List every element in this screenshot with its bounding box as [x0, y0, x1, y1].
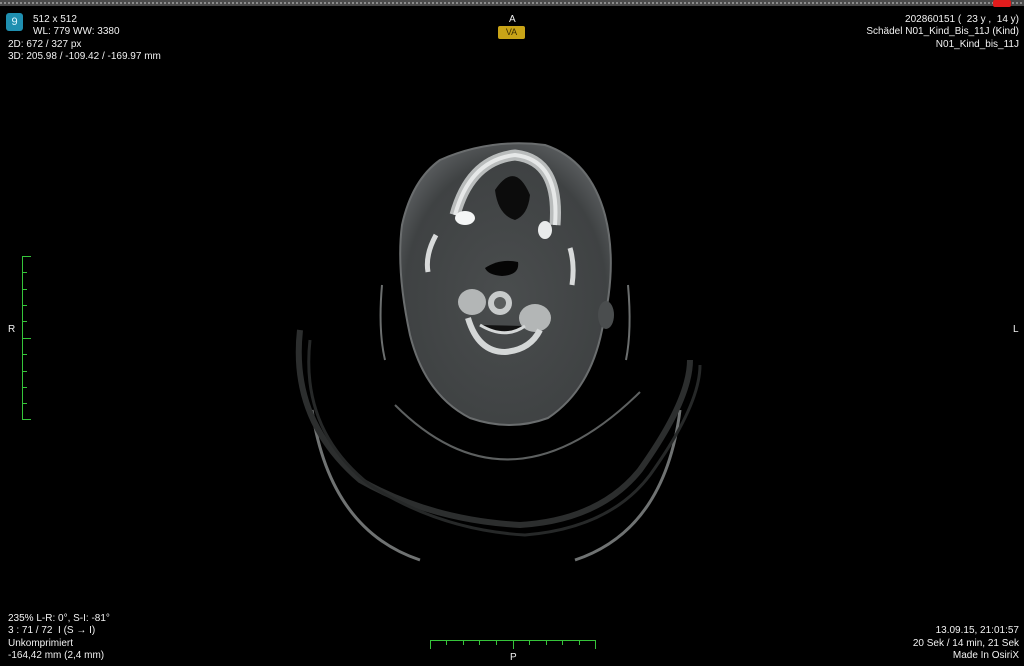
- slice-location: -164,42 mm (2,4 mm): [8, 650, 105, 661]
- matrix-size: 512 x 512: [33, 14, 77, 25]
- frame-number-badge: 9: [6, 13, 23, 31]
- view-badge[interactable]: VA: [498, 26, 525, 39]
- pixel-position-2d: 2D: 672 / 327 px: [8, 39, 82, 50]
- slice-index: 3 : 71 / 72 I (S → I): [8, 625, 96, 636]
- zoom-angle-info: 235% L-R: 0°, S-I: -81°: [8, 613, 110, 624]
- series-description: N01_Kind_bis_11J: [935, 39, 1019, 50]
- ct-scan-image[interactable]: [0, 0, 1024, 666]
- orientation-top-label: A: [509, 14, 516, 25]
- coordinate-3d: 3D: 205.98 / -109.42 / -169.97 mm: [8, 51, 161, 62]
- dicom-viewer[interactable]: 9 512 x 512 WL: 779 WW: 3380 2D: 672 / 3…: [0, 0, 1024, 666]
- acquisition-datetime: 13.09.15, 21:01:57: [935, 625, 1019, 636]
- horizontal-scale-ruler: [430, 640, 596, 649]
- orientation-bottom-label: P: [510, 652, 517, 663]
- patient-id: 202860151 ( 23 y , 14 y): [905, 14, 1019, 25]
- compression-status: Unkomprimiert: [8, 638, 74, 649]
- acquisition-time: 20 Sek / 14 min, 21 Sek: [912, 638, 1019, 649]
- software-credit: Made In OsiriX: [952, 650, 1019, 661]
- study-description: Schädel N01_Kind_Bis_11J (Kind): [866, 26, 1019, 37]
- orientation-right-label: L: [1013, 324, 1019, 335]
- orientation-left-label: R: [8, 324, 16, 335]
- vertical-scale-ruler: [22, 256, 31, 420]
- window-level: WL: 779 WW: 3380: [33, 26, 120, 37]
